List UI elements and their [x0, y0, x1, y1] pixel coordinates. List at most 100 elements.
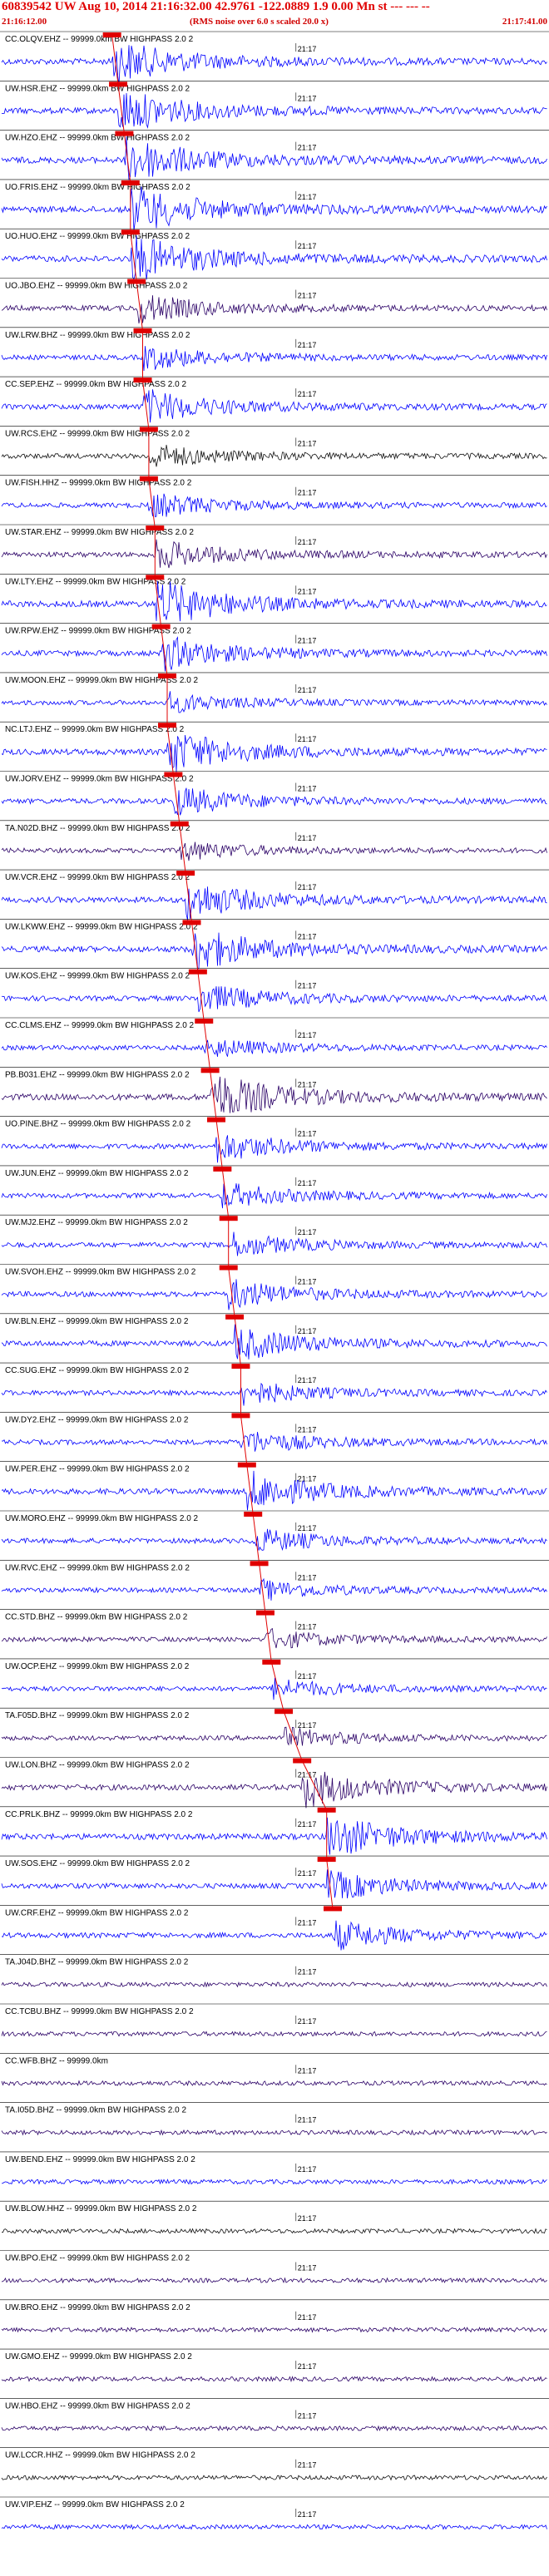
tick-label: 21:17: [298, 1080, 317, 1088]
tick-label: 21:17: [298, 439, 317, 447]
tick-label: 21:17: [298, 2066, 317, 2075]
station-label: UW.KOS.EHZ -- 99999.0km BW HIGHPASS 2.0 …: [5, 972, 190, 981]
station-label: CC.PRLK.BHZ -- 99999.0km BW HIGHPASS 2.0…: [5, 1810, 193, 1819]
tick-label: 21:17: [298, 686, 317, 694]
station-label: CC.TCBU.BHZ -- 99999.0km BW HIGHPASS 2.0…: [5, 2007, 194, 2016]
trace-row: UW.LTY.EHZ -- 99999.0km BW HIGHPASS 2.0 …: [0, 573, 549, 622]
tick-label: 21:17: [298, 1327, 317, 1335]
station-label: UO.JBO.EHZ -- 99999.0km BW HIGHPASS 2.0 …: [5, 282, 188, 291]
trace-row: UW.LON.BHZ -- 99999.0km BW HIGHPASS 2.0 …: [0, 1757, 549, 1809]
trace-row: UW.RCS.EHZ -- 99999.0km BW HIGHPASS 2.0 …: [0, 426, 549, 467]
waveform: [1, 932, 547, 970]
station-label: UW.FISH.HHZ -- 99999.0km BW HIGHPASS 2.0…: [5, 479, 192, 488]
trace-row: PB.B031.EHZ -- 99999.0km BW HIGHPASS 2.0…: [0, 1067, 549, 1113]
trace-row: CC.OLQV.EHZ -- 99999.0km BW HIGHPASS 2.0…: [0, 31, 549, 85]
tick-label: 21:17: [298, 2362, 317, 2371]
waveform: [1, 2327, 547, 2333]
tick-label: 21:17: [298, 2165, 317, 2174]
trace-row: TA.I05D.BHZ -- 99999.0km BW HIGHPASS 2.0…: [0, 2102, 549, 2136]
station-label: TA.I05D.BHZ -- 99999.0km BW HIGHPASS 2.0…: [5, 2106, 186, 2115]
trace-row: UW.BPO.EHZ -- 99999.0km BW HIGHPASS 2.0 …: [0, 2250, 549, 2284]
station-label: UW.LRW.BHZ -- 99999.0km BW HIGHPASS 2.0 …: [5, 331, 190, 340]
waveform: [1, 539, 547, 569]
waveform: [1, 886, 547, 920]
tick-label: 21:17: [298, 932, 317, 940]
waveform: [1, 1470, 547, 1511]
station-label: TA.N02D.BHZ -- 99999.0km BW HIGHPASS 2.0…: [5, 824, 190, 833]
trace-row: TA.J04D.BHZ -- 99999.0km BW HIGHPASS 2.0…: [0, 1954, 549, 1988]
tick-label: 21:17: [298, 1968, 317, 1976]
tick-label: 21:17: [298, 242, 317, 250]
trace-row: UW.MORO.EHZ -- 99999.0km BW HIGHPASS 2.0…: [0, 1510, 549, 1552]
trace-row: UW.BLN.EHZ -- 99999.0km BW HIGHPASS 2.0 …: [0, 1313, 549, 1360]
tick-label: 21:17: [298, 785, 317, 793]
station-label: UW.LCCR.HHZ -- 99999.0km BW HIGHPASS 2.0…: [5, 2451, 195, 2460]
tick-label: 21:17: [298, 1918, 317, 1927]
waveform: [1, 92, 547, 129]
station-label: UW.VIP.EHZ -- 99999.0km BW HIGHPASS 2.0 …: [5, 2500, 185, 2509]
station-label: UW.STAR.EHZ -- 99999.0km BW HIGHPASS 2.0…: [5, 528, 194, 537]
tick-label: 21:17: [298, 1031, 317, 1039]
station-label: CC.SEP.EHZ -- 99999.0km BW HIGHPASS 2.0 …: [5, 380, 186, 389]
station-label: TA.F05D.BHZ -- 99999.0km BW HIGHPASS 2.0…: [5, 1711, 190, 1720]
waveform: [1, 1135, 547, 1163]
station-label: UO.PINE.BHZ -- 99999.0km BW HIGHPASS 2.0…: [5, 1120, 191, 1129]
tick-label: 21:17: [298, 2461, 317, 2470]
trace-row: UW.KOS.EHZ -- 99999.0km BW HIGHPASS 2.0 …: [0, 968, 549, 1013]
trace-row: UW.PER.EHZ -- 99999.0km BW HIGHPASS 2.0 …: [0, 1461, 549, 1511]
tick-label: 21:17: [298, 2214, 317, 2223]
waveform: [1, 1771, 547, 1809]
tick-label: 21:17: [298, 1179, 317, 1187]
waveform: [1, 1577, 547, 1601]
station-label: UW.RCS.EHZ -- 99999.0km BW HIGHPASS 2.0 …: [5, 429, 190, 438]
trace-row: UW.JORV.EHZ -- 99999.0km BW HIGHPASS 2.0…: [0, 771, 549, 816]
waveform: [1, 734, 547, 772]
station-label: UW.HSR.EHZ -- 99999.0km BW HIGHPASS 2.0 …: [5, 84, 190, 93]
tick-label: 21:17: [298, 1721, 317, 1730]
trace-row: NC.LTJ.EHZ -- 99999.0km BW HIGHPASS 2.0 …: [0, 721, 549, 772]
station-label: CC.WFB.BHZ -- 99999.0km: [5, 2056, 108, 2065]
waveform: [1, 2475, 547, 2481]
station-label: UW.GMO.EHZ -- 99999.0km BW HIGHPASS 2.0 …: [5, 2352, 192, 2361]
tick-label: 21:17: [298, 1425, 317, 1434]
waveform: [1, 2228, 547, 2234]
trace-row: CC.CLMS.EHZ -- 99999.0km BW HIGHPASS 2.0…: [0, 1017, 549, 1057]
trace-row: UW.DY2.EHZ -- 99999.0km BW HIGHPASS 2.0 …: [0, 1412, 549, 1452]
waveform: [1, 295, 547, 323]
waveform: [1, 1076, 547, 1113]
station-label: UW.PER.EHZ -- 99999.0km BW HIGHPASS 2.0 …: [5, 1465, 190, 1474]
tick-label: 21:17: [298, 1771, 317, 1779]
waveform: [1, 136, 547, 180]
waveform: [1, 389, 547, 423]
station-label: UO.HUO.EHZ -- 99999.0km BW HIGHPASS 2.0 …: [5, 232, 190, 241]
station-label: CC.STD.BHZ -- 99999.0km BW HIGHPASS 2.0 …: [5, 1613, 188, 1622]
station-label: UW.HBO.EHZ -- 99999.0km BW HIGHPASS 2.0 …: [5, 2401, 190, 2411]
trace-row: UW.BLOW.HHZ -- 99999.0km BW HIGHPASS 2.0…: [0, 2200, 549, 2234]
trace-row: UW.HZO.EHZ -- 99999.0km BW HIGHPASS 2.0 …: [0, 130, 549, 180]
trace-row: UW.LRW.BHZ -- 99999.0km BW HIGHPASS 2.0 …: [0, 327, 549, 372]
trace-row: UO.JBO.EHZ -- 99999.0km BW HIGHPASS 2.0 …: [0, 278, 549, 323]
tick-label: 21:17: [298, 390, 317, 398]
trace-row: UW.CRF.EHZ -- 99999.0km BW HIGHPASS 2.0 …: [0, 1905, 549, 1951]
trace-row: UW.RPW.EHZ -- 99999.0km BW HIGHPASS 2.0 …: [0, 623, 549, 672]
waveform: [1, 1528, 547, 1552]
tick-label: 21:17: [298, 2017, 317, 2026]
trace-row: UW.VIP.EHZ -- 99999.0km BW HIGHPASS 2.0 …: [0, 2496, 549, 2530]
waveform: [1, 787, 547, 816]
waveform: [1, 1039, 547, 1057]
trace-row: UW.GMO.EHZ -- 99999.0km BW HIGHPASS 2.0 …: [0, 2348, 549, 2383]
waveform: [1, 444, 547, 467]
trace-row: UW.FISH.HHZ -- 99999.0km BW HIGHPASS 2.0…: [0, 475, 549, 518]
waveform: [1, 493, 547, 518]
waveform: [1, 1183, 547, 1209]
station-label: NC.LTJ.EHZ -- 99999.0km BW HIGHPASS 2.0 …: [5, 725, 185, 734]
station-label: UW.OCP.EHZ -- 99999.0km BW HIGHPASS 2.0 …: [5, 1662, 190, 1671]
station-label: UW.SOS.EHZ -- 99999.0km BW HIGHPASS 2.0 …: [5, 1859, 190, 1868]
waveform: [1, 636, 547, 672]
tick-label: 21:17: [298, 489, 317, 497]
tick-label: 21:17: [298, 292, 317, 300]
waveform: [1, 2179, 547, 2185]
trace-row: UW.SVOH.EHZ -- 99999.0km BW HIGHPASS 2.0…: [0, 1264, 549, 1310]
waveform: [1, 1726, 547, 1746]
trace-row: UW.OCP.EHZ -- 99999.0km BW HIGHPASS 2.0 …: [0, 1658, 549, 1700]
